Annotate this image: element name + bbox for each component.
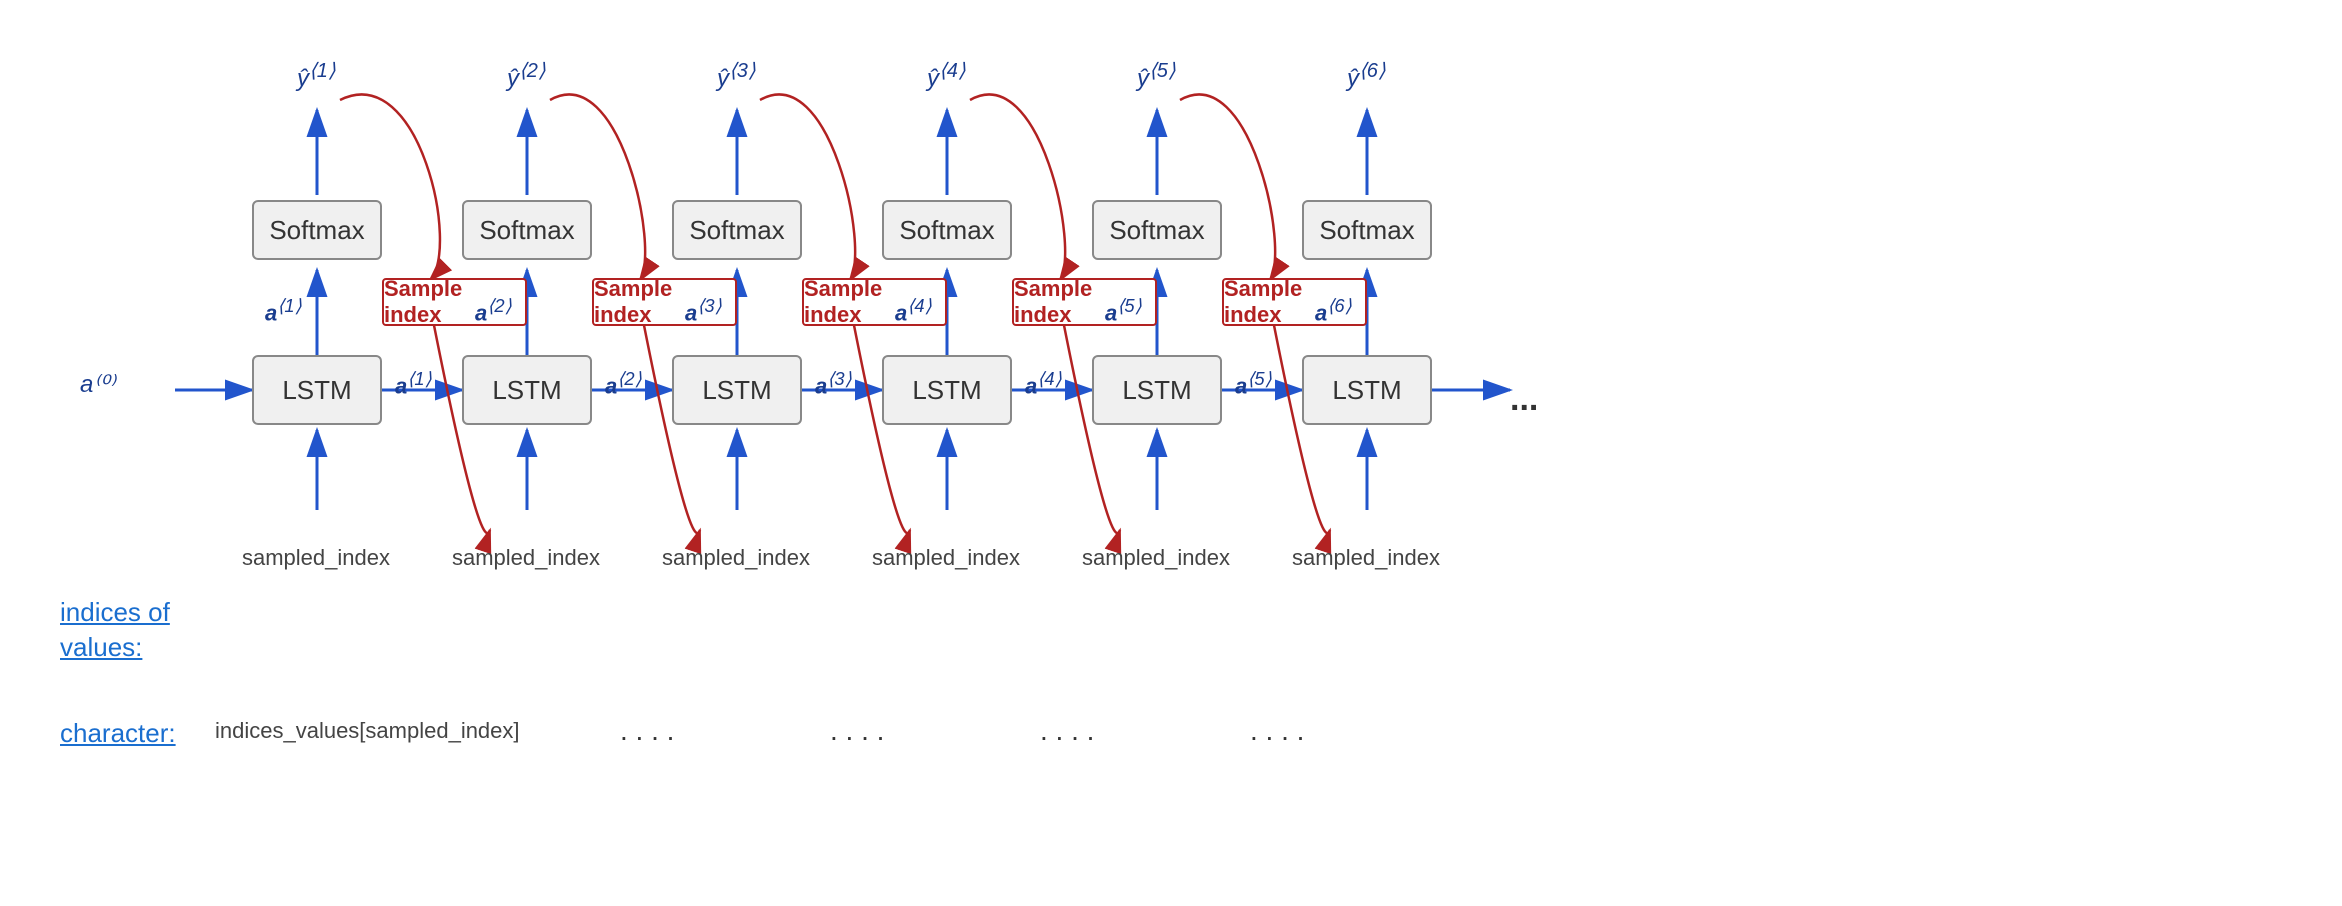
trailing-dots: ...: [1510, 380, 1538, 419]
diagram-container: a⁽⁰⁾ LSTM LSTM LSTM LSTM LSTM LSTM Softm…: [0, 0, 2342, 906]
sampled-index-label-1: sampled_index: [242, 545, 390, 571]
dots-4: . . . .: [1250, 715, 1304, 747]
lstm-box-1: LSTM: [252, 355, 382, 425]
sampled-index-label-4: sampled_index: [872, 545, 1020, 571]
a5-right-label: a⟨5⟩: [1235, 368, 1272, 399]
a4-right-label: a⟨4⟩: [1025, 368, 1062, 399]
softmax-box-3: Softmax: [672, 200, 802, 260]
yhat5-label: ŷ⟨5⟩: [1137, 58, 1176, 93]
a0-label: a⁽⁰⁾: [80, 370, 115, 399]
sampled-index-label-3: sampled_index: [662, 545, 810, 571]
yhat6-label: ŷ⟨6⟩: [1347, 58, 1386, 93]
lstm-box-2: LSTM: [462, 355, 592, 425]
softmax-box-1: Softmax: [252, 200, 382, 260]
sampled-index-label-2: sampled_index: [452, 545, 600, 571]
indices-of-values-label: indices ofvalues:: [60, 595, 170, 665]
yhat1-label: ŷ⟨1⟩: [297, 58, 336, 93]
a2-right-label: a⟨2⟩: [605, 368, 642, 399]
a3-up-label: a⟨3⟩: [685, 295, 722, 326]
a3-right-label: a⟨3⟩: [815, 368, 852, 399]
lstm-box-3: LSTM: [672, 355, 802, 425]
softmax-box-4: Softmax: [882, 200, 1012, 260]
a2-up-label: a⟨2⟩: [475, 295, 512, 326]
character-label: character:: [60, 718, 176, 749]
softmax-box-5: Softmax: [1092, 200, 1222, 260]
sampled-index-label-5: sampled_index: [1082, 545, 1230, 571]
a4-up-label: a⟨4⟩: [895, 295, 932, 326]
softmax-box-6: Softmax: [1302, 200, 1432, 260]
a1-up-label: a⟨1⟩: [265, 295, 302, 326]
dots-2: . . . .: [830, 715, 884, 747]
dots-3: . . . .: [1040, 715, 1094, 747]
yhat3-label: ŷ⟨3⟩: [717, 58, 756, 93]
indices-values-expr: indices_values[sampled_index]: [215, 718, 520, 744]
yhat4-label: ŷ⟨4⟩: [927, 58, 966, 93]
yhat2-label: ŷ⟨2⟩: [507, 58, 546, 93]
a5-up-label: a⟨5⟩: [1105, 295, 1142, 326]
lstm-box-4: LSTM: [882, 355, 1012, 425]
arrows-svg: [0, 0, 2342, 906]
dots-1: . . . .: [620, 715, 674, 747]
a1-right-label: a⟨1⟩: [395, 368, 432, 399]
lstm-box-6: LSTM: [1302, 355, 1432, 425]
softmax-box-2: Softmax: [462, 200, 592, 260]
a6-up-label: a⟨6⟩: [1315, 295, 1352, 326]
sampled-index-label-6: sampled_index: [1292, 545, 1440, 571]
lstm-box-5: LSTM: [1092, 355, 1222, 425]
